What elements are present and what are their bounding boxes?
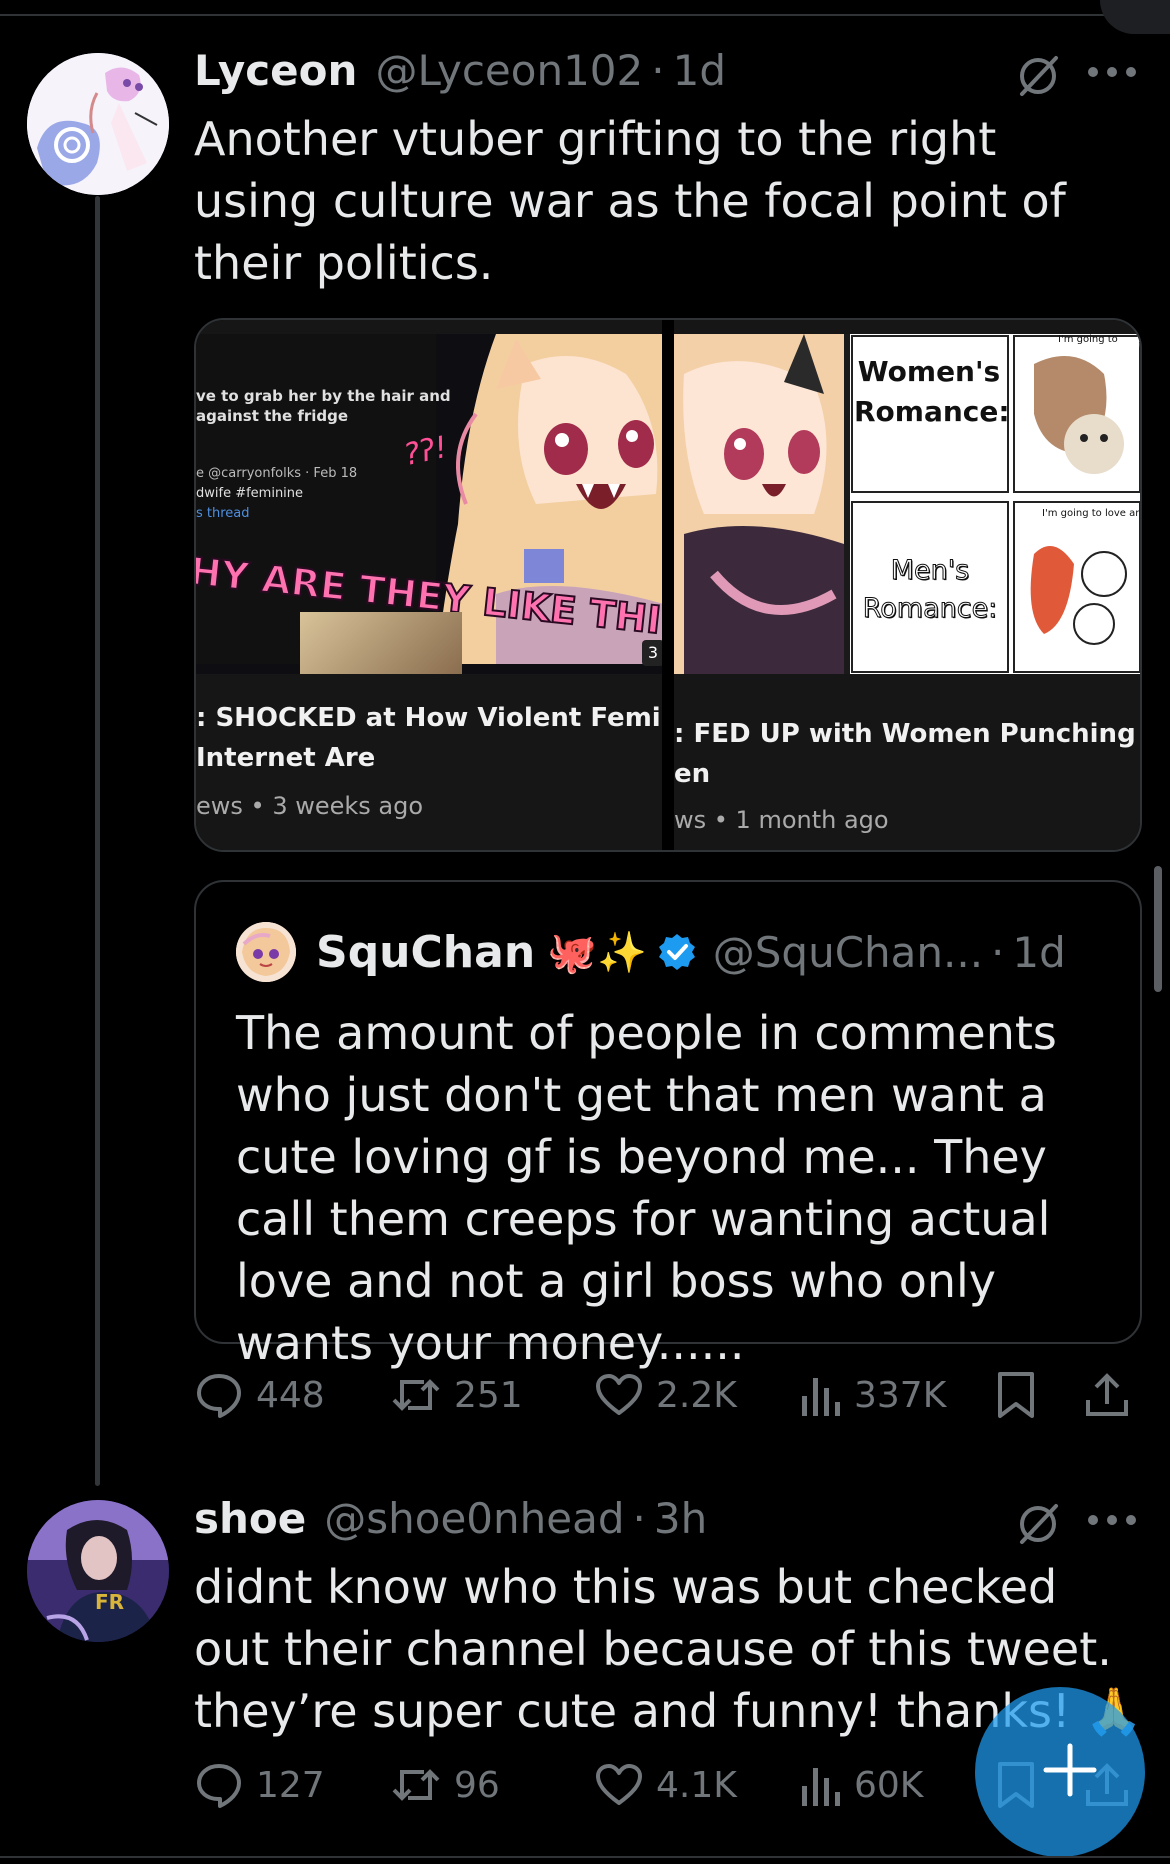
user-handle[interactable]: @Lyceon102 xyxy=(375,46,643,95)
user-handle[interactable]: @shoe0nhead xyxy=(324,1494,624,1543)
thumb-photo xyxy=(300,612,462,674)
reply-icon xyxy=(197,1764,241,1808)
heart-icon xyxy=(596,1764,642,1805)
top-divider xyxy=(0,14,1170,16)
repost-icon xyxy=(392,1769,440,1801)
separator: · xyxy=(651,46,665,95)
user-handle[interactable]: @SquChan... xyxy=(713,928,983,977)
video-thumbnail[interactable]: ve to grab her by the hair and against t… xyxy=(196,334,662,674)
video-title-line: en xyxy=(674,759,711,789)
tweet-actions: 448 251 2.2K 337K xyxy=(194,1370,1144,1430)
thumb-meta-line: e @carryonfolks · Feb 18 xyxy=(196,466,358,481)
scrollbar[interactable] xyxy=(1154,866,1162,992)
bookmark-icon xyxy=(998,1372,1034,1418)
repost-button[interactable]: 96 xyxy=(390,1760,500,1810)
more-icon[interactable] xyxy=(1088,1510,1136,1530)
share-icon xyxy=(1086,1373,1128,1416)
quoted-tweet-text: The amount of people in comments who jus… xyxy=(236,1006,1057,1370)
reply-count: 448 xyxy=(256,1374,325,1416)
thumb-meta: e @carryonfolks · Feb 18 dwife #feminine… xyxy=(196,464,357,524)
views-icon xyxy=(802,1768,840,1806)
thumb-meta-line: dwife #feminine xyxy=(196,486,304,501)
repost-icon xyxy=(392,1379,440,1411)
timestamp[interactable]: 1d xyxy=(673,46,726,95)
video-title-line: : FED UP with Women Punching Down xyxy=(674,719,1140,749)
timestamp[interactable]: 1d xyxy=(1012,928,1065,977)
video-title[interactable]: : FED UP with Women Punching Down en xyxy=(674,714,1140,794)
repost-button[interactable]: 251 xyxy=(390,1370,523,1420)
video-title-line: Internet Are xyxy=(196,743,376,773)
repost-count: 96 xyxy=(454,1764,500,1806)
thumb-caption-line: ve to grab her by the hair and xyxy=(196,387,451,405)
views-count: 337K xyxy=(854,1374,947,1416)
top-bar-edge xyxy=(1100,0,1170,34)
video-thumbnail[interactable]: Women's Romance: Men's Romance: I'm goin… xyxy=(674,334,1140,674)
reply-count: 127 xyxy=(256,1764,325,1806)
video-meta: ws • 1 month ago xyxy=(674,806,889,834)
avatar-lyceon[interactable] xyxy=(27,53,169,195)
more-icon[interactable] xyxy=(1088,62,1136,82)
avatar-shirt-text: FR xyxy=(95,1590,125,1614)
avatar-squchan[interactable] xyxy=(236,922,296,982)
video-title[interactable]: : SHOCKED at How Violent Feminists Inter… xyxy=(196,698,662,778)
reply-button[interactable]: 448 xyxy=(194,1370,325,1420)
views-count: 60K xyxy=(854,1764,924,1806)
like-button[interactable]: 4.1K xyxy=(594,1760,737,1810)
video-card-2[interactable]: Women's Romance: Men's Romance: I'm goin… xyxy=(674,320,1140,850)
heart-icon xyxy=(596,1374,642,1415)
share-button[interactable] xyxy=(1084,1370,1142,1420)
quoted-tweet[interactable]: SquChan 🐙✨ @SquChan... · 1d The amount o… xyxy=(194,880,1142,1370)
tweet-header: Lyceon @Lyceon102 · 1d xyxy=(194,46,726,95)
tweet-text: Another vtuber grifting to the right usi… xyxy=(194,112,1066,290)
grok-icon[interactable] xyxy=(1014,1500,1062,1548)
video-title-line: : SHOCKED at How Violent Feminists xyxy=(196,703,662,733)
thumb-meta-line: s thread xyxy=(196,506,250,521)
quoted-tweet-header: SquChan 🐙✨ @SquChan... · 1d xyxy=(236,922,1066,982)
like-count: 2.2K xyxy=(656,1374,737,1416)
repost-count: 251 xyxy=(454,1374,523,1416)
media-cards: ve to grab her by the hair and against t… xyxy=(194,318,1142,852)
video-card-1[interactable]: ve to grab her by the hair and against t… xyxy=(196,320,662,850)
thread-line xyxy=(95,196,100,1486)
thumb-caption: ve to grab her by the hair and against t… xyxy=(196,386,451,426)
display-name[interactable]: shoe xyxy=(194,1494,306,1543)
views-button[interactable]: 60K xyxy=(798,1760,923,1810)
reply-button[interactable]: 127 xyxy=(194,1760,325,1810)
comic-caption: I'm going to love ar xyxy=(1042,508,1140,519)
comic-caption: I'm going to xyxy=(1058,334,1118,345)
display-name[interactable]: SquChan xyxy=(316,927,535,978)
avatar-shoe[interactable]: FR xyxy=(27,1500,169,1642)
like-button[interactable]: 2.2K xyxy=(594,1370,737,1420)
verified-badge-icon[interactable] xyxy=(657,932,697,972)
tweet-header: shoe @shoe0nhead · 3h xyxy=(194,1494,707,1543)
video-meta: ews • 3 weeks ago xyxy=(196,792,424,820)
timestamp[interactable]: 3h xyxy=(654,1494,707,1543)
display-name[interactable]: Lyceon xyxy=(194,46,357,95)
views-button[interactable]: 337K xyxy=(798,1370,946,1420)
like-count: 4.1K xyxy=(656,1764,737,1806)
separator: · xyxy=(632,1494,646,1543)
compose-plus-icon xyxy=(1043,1743,1097,1797)
grok-icon[interactable] xyxy=(1014,52,1062,100)
reply-icon xyxy=(197,1374,241,1418)
thumb-caption-line: against the fridge xyxy=(196,407,349,425)
name-emojis: 🐙✨ xyxy=(547,929,647,976)
duration-badge: 3 xyxy=(642,640,662,666)
views-icon xyxy=(802,1378,840,1416)
panel-label-women: Women's Romance: xyxy=(854,355,1010,428)
separator: · xyxy=(991,927,1005,977)
panel-label-men: Men's Romance: xyxy=(862,555,998,625)
bottom-divider xyxy=(0,1856,1170,1858)
bookmark-button[interactable] xyxy=(994,1370,1050,1420)
